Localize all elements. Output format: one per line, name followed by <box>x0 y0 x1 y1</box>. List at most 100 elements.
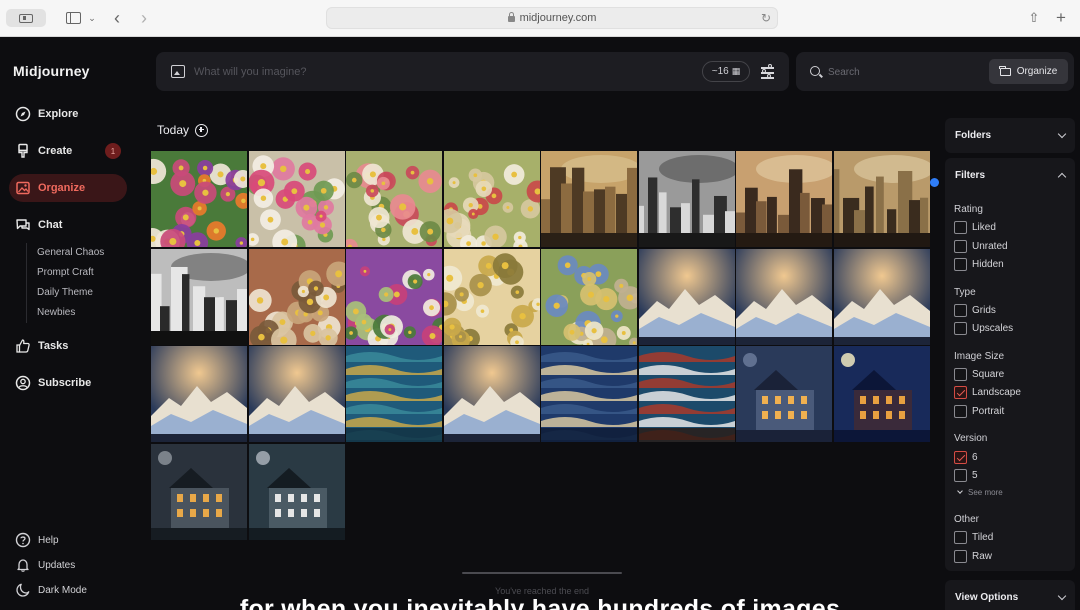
filter-upscales[interactable]: Upscales <box>954 322 1013 335</box>
image-thumbnail[interactable] <box>151 443 247 540</box>
checkbox[interactable] <box>954 240 967 253</box>
image-count-button[interactable]: ~16 ▦ <box>702 61 750 82</box>
image-thumbnail[interactable] <box>248 248 345 345</box>
image-thumbnail[interactable] <box>833 346 930 442</box>
image-thumbnail[interactable] <box>443 248 540 345</box>
image-thumbnail[interactable] <box>638 346 735 442</box>
brush-icon <box>15 143 31 159</box>
add-circle-icon[interactable] <box>195 123 209 137</box>
version-group-title: Version <box>954 433 988 444</box>
image-thumbnail[interactable] <box>541 248 637 345</box>
share-icon[interactable]: ⇧ <box>1026 9 1042 27</box>
nav-tasks[interactable]: Tasks <box>9 332 127 360</box>
section-header: Today <box>157 123 209 137</box>
gallery-icon <box>15 180 31 196</box>
search-input[interactable] <box>828 62 978 82</box>
filter-square[interactable]: Square <box>954 368 1004 381</box>
image-thumbnail[interactable] <box>541 151 637 247</box>
tab-layout-icon[interactable] <box>64 9 82 27</box>
nav-organize[interactable]: Organize <box>9 174 127 202</box>
image-thumbnail[interactable] <box>541 346 637 442</box>
image-thumbnail[interactable] <box>443 151 540 247</box>
prompt-input[interactable] <box>194 62 684 82</box>
lock-icon <box>507 12 515 22</box>
chevron-up-icon <box>1057 172 1067 182</box>
image-thumbnail[interactable] <box>833 248 930 345</box>
filters-header[interactable]: Filters <box>945 158 1075 193</box>
image-upload-icon[interactable] <box>171 65 185 78</box>
checkbox[interactable] <box>954 368 967 381</box>
nav-help[interactable]: Help <box>15 532 59 548</box>
image-thumbnail[interactable] <box>638 248 735 345</box>
image-thumbnail[interactable] <box>736 248 832 345</box>
reload-icon[interactable]: ↻ <box>761 11 771 25</box>
checkbox[interactable] <box>954 258 967 271</box>
organize-button[interactable]: Organize <box>989 59 1068 84</box>
nav-updates-label: Updates <box>38 559 76 571</box>
see-more-link[interactable]: See more <box>957 488 1003 497</box>
nav-create[interactable]: Create 1 <box>9 137 127 165</box>
brand-logo[interactable]: Midjourney <box>13 63 90 79</box>
image-thumbnail[interactable] <box>248 346 345 442</box>
image-thumbnail[interactable] <box>638 151 735 247</box>
sidebar-toggle-icon[interactable] <box>6 9 46 27</box>
image-thumbnail[interactable] <box>736 346 832 442</box>
scroll-indicator[interactable] <box>930 178 939 187</box>
checkbox[interactable] <box>954 322 967 335</box>
filter-raw[interactable]: Raw <box>954 550 992 563</box>
image-thumbnail[interactable] <box>248 443 345 540</box>
channel-prompt-craft[interactable]: Prompt Craft <box>37 263 104 283</box>
checkbox[interactable] <box>954 405 967 418</box>
filter-tiled[interactable]: Tiled <box>954 531 993 544</box>
filter-label: Portrait <box>972 406 1005 417</box>
address-bar[interactable]: midjourney.com ↻ <box>326 7 778 29</box>
image-thumbnail[interactable] <box>151 346 247 442</box>
filter-portrait[interactable]: Portrait <box>954 405 1004 418</box>
filter-landscape[interactable]: Landscape <box>954 386 1021 399</box>
chevron-down-icon[interactable]: ⌄ <box>88 9 96 27</box>
filter-grids[interactable]: Grids <box>954 304 996 317</box>
channel-newbies[interactable]: Newbies <box>37 303 104 323</box>
image-thumbnail[interactable] <box>443 346 540 442</box>
thumbs-up-icon <box>15 338 31 354</box>
rating-group-title: Rating <box>954 204 983 215</box>
filter-label: Landscape <box>972 387 1021 398</box>
back-icon[interactable]: ‹ <box>110 8 124 28</box>
filter-label: Raw <box>972 551 993 562</box>
channel-general-chaos[interactable]: General Chaos <box>37 243 104 263</box>
image-thumbnail[interactable] <box>736 151 832 247</box>
checkbox[interactable] <box>954 304 967 317</box>
image-thumbnail[interactable] <box>346 248 442 345</box>
filter-version-6[interactable]: 6 <box>954 451 978 464</box>
image-thumbnail[interactable] <box>833 151 930 247</box>
image-thumbnail[interactable] <box>151 151 247 247</box>
new-tab-icon[interactable]: + <box>1053 8 1069 27</box>
filter-label: Upscales <box>972 323 1014 334</box>
folders-panel[interactable]: Folders <box>945 118 1075 153</box>
image-thumbnail[interactable] <box>151 248 247 345</box>
nav-chat[interactable]: Chat <box>9 211 127 239</box>
image-thumbnail[interactable] <box>248 151 345 247</box>
checkbox-checked[interactable] <box>954 451 967 464</box>
checkbox[interactable] <box>954 531 967 544</box>
checkbox[interactable] <box>954 550 967 563</box>
filter-version-5[interactable]: 5 <box>954 469 978 482</box>
nav-updates[interactable]: Updates <box>15 557 75 573</box>
filter-label: Unrated <box>972 241 1008 252</box>
chat-icon <box>15 217 31 233</box>
image-thumbnail[interactable] <box>346 151 442 247</box>
filter-liked[interactable]: Liked <box>954 221 996 234</box>
search-bar: Organize <box>796 52 1074 91</box>
checkbox-checked[interactable] <box>954 386 967 399</box>
filter-unrated[interactable]: Unrated <box>954 240 1008 253</box>
channel-daily-theme[interactable]: Daily Theme <box>37 283 104 303</box>
nav-subscribe[interactable]: Subscribe <box>9 369 127 397</box>
forward-icon[interactable]: › <box>137 8 151 28</box>
other-group-title: Other <box>954 514 980 525</box>
image-thumbnail[interactable] <box>346 346 442 442</box>
checkbox[interactable] <box>954 221 967 234</box>
checkbox[interactable] <box>954 469 967 482</box>
nav-explore[interactable]: Explore <box>9 100 127 128</box>
filter-hidden[interactable]: Hidden <box>954 258 1004 271</box>
sliders-icon[interactable] <box>760 64 776 80</box>
